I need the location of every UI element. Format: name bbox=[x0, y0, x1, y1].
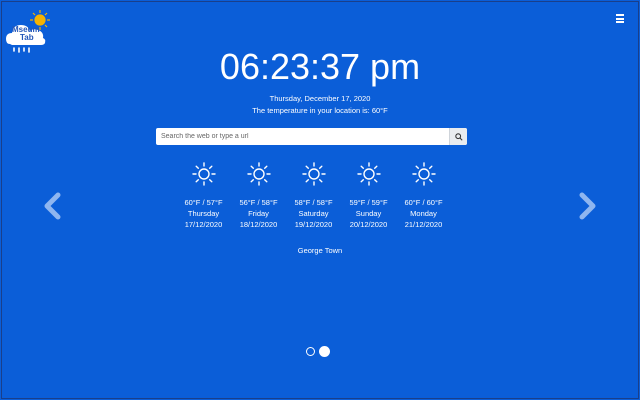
carousel-dot-active[interactable] bbox=[319, 346, 330, 357]
carousel-next-button[interactable] bbox=[576, 192, 598, 220]
sun-icon bbox=[356, 162, 381, 186]
logo-text: Mseum Tab bbox=[12, 26, 40, 42]
carousel-pagination bbox=[306, 346, 330, 357]
logo-text-line2: Tab bbox=[20, 33, 34, 42]
forecast-day-name: Saturday bbox=[298, 209, 329, 218]
clock-time: 06:23:37 pm bbox=[219, 46, 421, 87]
forecast-day-name: Monday bbox=[410, 209, 437, 218]
chevron-left-icon bbox=[44, 192, 61, 220]
search-icon bbox=[454, 132, 463, 141]
forecast-date: 18/12/2020 bbox=[239, 220, 278, 229]
chevron-right-icon bbox=[579, 192, 596, 220]
forecast-day: 60°F / 60°F Monday 21/12/2020 bbox=[396, 162, 451, 230]
sun-icon bbox=[191, 162, 216, 186]
sun-icon bbox=[301, 162, 326, 186]
forecast-day-name: Friday bbox=[248, 209, 269, 218]
forecast-temps: 56°F / 58°F bbox=[239, 198, 278, 207]
forecast-date: 21/12/2020 bbox=[404, 220, 443, 229]
hamburger-menu-icon[interactable] bbox=[616, 14, 624, 23]
sun-icon bbox=[246, 162, 271, 186]
forecast-day: 59°F / 59°F Sunday 20/12/2020 bbox=[341, 162, 396, 230]
city-name: George Town bbox=[297, 246, 343, 255]
search-button[interactable] bbox=[449, 128, 467, 145]
forecast-list: 60°F / 57°F Thursday 17/12/2020 56°F / 5… bbox=[176, 162, 451, 230]
current-date: Thursday, December 17, 2020 bbox=[269, 94, 371, 103]
forecast-date: 19/12/2020 bbox=[294, 220, 333, 229]
forecast-day: 58°F / 58°F Saturday 19/12/2020 bbox=[286, 162, 341, 230]
forecast-temps: 58°F / 58°F bbox=[294, 198, 333, 207]
forecast-day-name: Sunday bbox=[355, 209, 382, 218]
forecast-temps: 59°F / 59°F bbox=[349, 198, 388, 207]
forecast-day-name: Thursday bbox=[187, 209, 220, 218]
sun-icon bbox=[411, 162, 436, 186]
forecast-day: 56°F / 58°F Friday 18/12/2020 bbox=[231, 162, 286, 230]
search-input[interactable] bbox=[156, 128, 449, 145]
current-temperature: The temperature in your location is: 60°… bbox=[252, 106, 388, 115]
search-bar bbox=[156, 128, 467, 145]
forecast-date: 17/12/2020 bbox=[184, 220, 223, 229]
forecast-temps: 60°F / 57°F bbox=[184, 198, 223, 207]
forecast-day: 60°F / 57°F Thursday 17/12/2020 bbox=[176, 162, 231, 230]
forecast-temps: 60°F / 60°F bbox=[404, 198, 443, 207]
carousel-prev-button[interactable] bbox=[42, 192, 64, 220]
carousel-dot[interactable] bbox=[306, 347, 315, 356]
forecast-date: 20/12/2020 bbox=[349, 220, 388, 229]
